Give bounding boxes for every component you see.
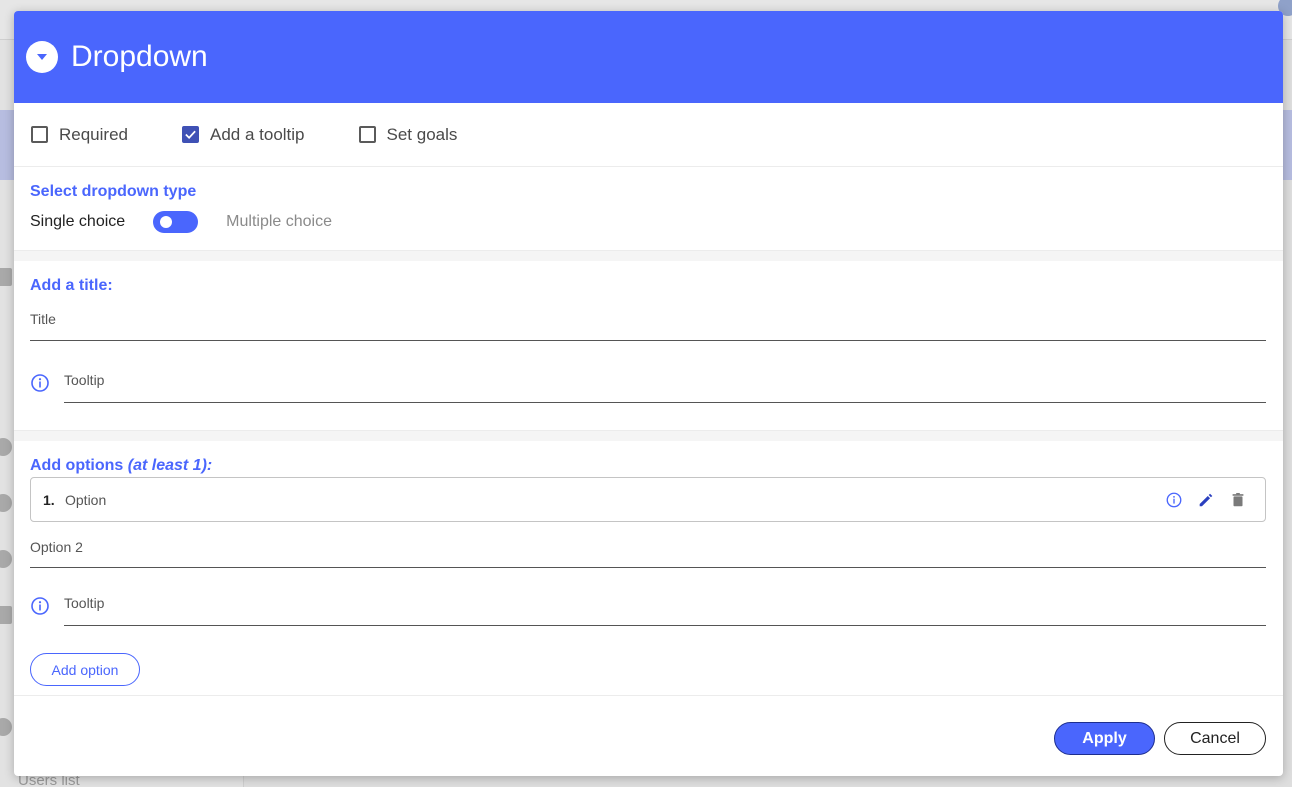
edit-pencil-icon[interactable] <box>1197 491 1215 509</box>
option-tooltip-field[interactable] <box>64 580 1266 626</box>
add-options-heading: Add options (at least 1): <box>30 457 1266 475</box>
delete-trash-icon[interactable] <box>1229 491 1247 509</box>
dropdown-type-toggle-row: Single choice Multiple choice <box>30 211 1266 233</box>
option-tooltip-info-icon[interactable] <box>1165 491 1183 509</box>
required-label: Required <box>59 124 128 144</box>
single-choice-label: Single choice <box>30 213 126 230</box>
modal-footer: Apply Cancel <box>14 696 1283 776</box>
add-title-heading: Add a title: <box>30 277 113 294</box>
checkbox-box-checked[interactable] <box>182 126 199 143</box>
add-options-note: (at least 1): <box>127 457 213 474</box>
title-tooltip-input[interactable] <box>64 371 1266 388</box>
title-field[interactable] <box>30 297 1266 341</box>
calendar-icon <box>0 268 12 286</box>
options-section: Add options (at least 1): 1. Option Opti… <box>14 441 1283 696</box>
checkmark-icon <box>185 130 196 139</box>
choice-type-toggle[interactable] <box>153 211 199 233</box>
option-tooltip-row <box>30 580 1266 626</box>
section-divider <box>14 251 1283 261</box>
multiple-choice-label: Multiple choice <box>226 213 332 230</box>
option-label: Option <box>65 491 107 508</box>
required-checkbox[interactable]: Required <box>31 125 128 145</box>
set-goals-label: Set goals <box>386 124 458 144</box>
modal-header: Dropdown <box>14 11 1283 103</box>
dropdown-type-heading: Select dropdown type <box>30 183 197 200</box>
title-tooltip-row <box>30 357 1266 403</box>
modal-title: Dropdown <box>71 40 208 73</box>
dropdown-type-section: Select dropdown type Single choice Multi… <box>14 167 1283 251</box>
chevron-down-circle-icon <box>26 41 58 73</box>
apply-button[interactable]: Apply <box>1054 722 1155 755</box>
info-icon <box>31 597 49 615</box>
settings-checkboxes: Required Add a tooltip Set goals <box>14 103 1283 167</box>
checkbox-box[interactable] <box>31 126 48 143</box>
checkbox-icon <box>0 606 12 624</box>
add-tooltip-label: Add a tooltip <box>210 124 305 144</box>
title-section: Add a title: <box>14 261 1283 431</box>
title-tooltip-field[interactable] <box>64 357 1266 403</box>
toggle-knob <box>160 216 173 228</box>
checkbox-box[interactable] <box>358 126 376 143</box>
cancel-button[interactable]: Cancel <box>1164 722 1266 755</box>
dropdown-modal: Dropdown Required Add a tooltip Set goal… <box>14 11 1283 776</box>
new-option-input[interactable] <box>30 538 1266 555</box>
new-option-field[interactable] <box>30 526 1266 568</box>
add-option-button[interactable]: Add option <box>30 653 140 686</box>
option-number: 1. <box>43 491 55 508</box>
option-tooltip-input[interactable] <box>64 594 1266 611</box>
option-actions <box>1165 491 1247 509</box>
option-item[interactable]: 1. Option <box>30 477 1266 522</box>
info-icon <box>31 374 49 392</box>
set-goals-checkbox[interactable]: Set goals <box>358 124 458 145</box>
add-options-label: Add options <box>30 457 124 474</box>
section-divider <box>14 431 1283 441</box>
title-input[interactable] <box>30 310 1266 327</box>
add-tooltip-checkbox[interactable]: Add a tooltip <box>182 125 305 145</box>
